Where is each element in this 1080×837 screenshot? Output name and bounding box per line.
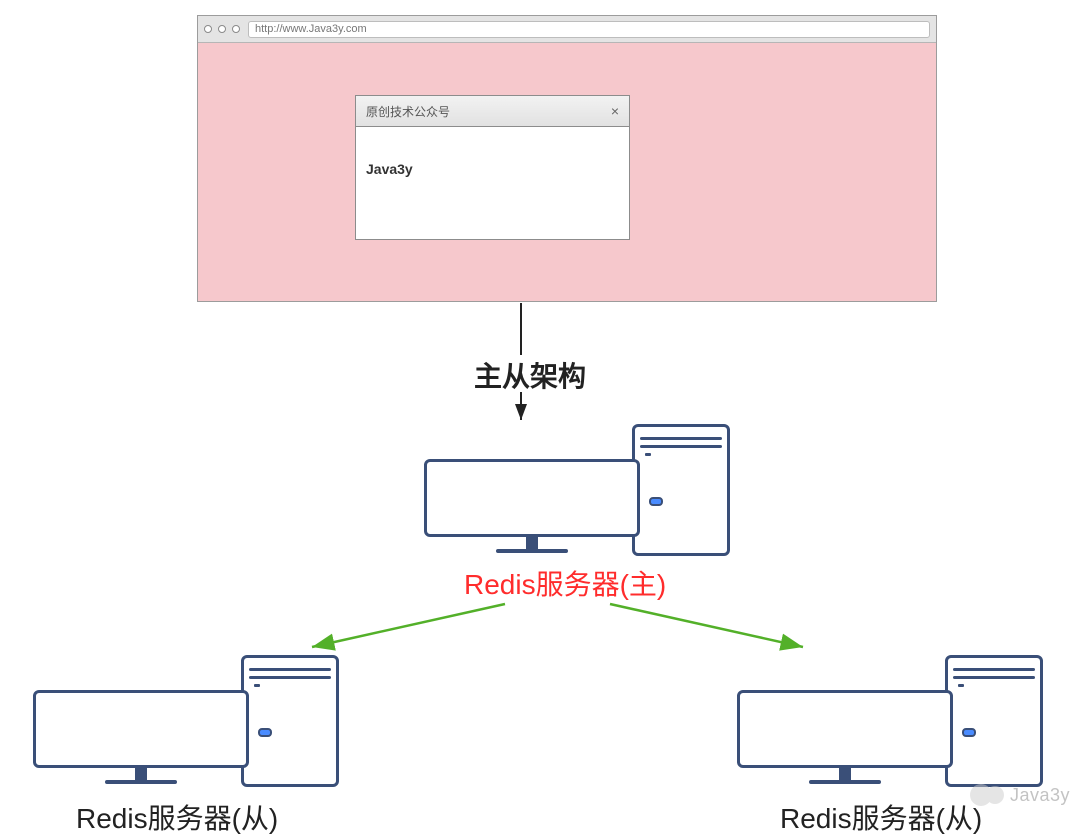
monitor-icon bbox=[33, 690, 249, 768]
dialog-title: 原创技术公众号 bbox=[366, 103, 450, 120]
dialog: 原创技术公众号 × Java3y bbox=[355, 95, 630, 240]
browser-window: http://www.Java3y.com 原创技术公众号 × Java3y bbox=[197, 15, 937, 302]
arrow-to-slave2 bbox=[610, 604, 803, 647]
monitor-icon bbox=[424, 459, 640, 537]
dot bbox=[204, 25, 212, 33]
close-icon[interactable]: × bbox=[611, 103, 619, 119]
dot bbox=[218, 25, 226, 33]
arrow-to-slave1 bbox=[312, 604, 505, 647]
slave2-label: Redis服务器(从) bbox=[780, 797, 982, 837]
tower-icon bbox=[241, 655, 339, 787]
dialog-titlebar: 原创技术公众号 × bbox=[356, 96, 629, 127]
monitor-base bbox=[105, 780, 177, 784]
diagram-stage: http://www.Java3y.com 原创技术公众号 × Java3y 主… bbox=[0, 0, 1080, 826]
monitor-base bbox=[496, 549, 568, 553]
address-bar[interactable]: http://www.Java3y.com bbox=[248, 21, 930, 38]
tower-icon bbox=[945, 655, 1043, 787]
tower-icon bbox=[632, 424, 730, 556]
slave1-label: Redis服务器(从) bbox=[76, 797, 278, 837]
dot bbox=[232, 25, 240, 33]
monitor-icon bbox=[737, 690, 953, 768]
monitor-stand bbox=[526, 537, 538, 549]
monitor-base bbox=[809, 780, 881, 784]
monitor-stand bbox=[135, 768, 147, 780]
monitor-stand bbox=[839, 768, 851, 780]
watermark: Java3y bbox=[970, 784, 1070, 806]
slave-node-1 bbox=[33, 655, 343, 799]
master-node bbox=[424, 424, 734, 568]
slave-node-2 bbox=[737, 655, 1047, 799]
wechat-icon bbox=[986, 786, 1004, 804]
dialog-body: Java3y bbox=[356, 127, 629, 239]
browser-titlebar: http://www.Java3y.com bbox=[198, 16, 936, 43]
architecture-label: 主从架构 bbox=[474, 355, 586, 395]
master-label: Redis服务器(主) bbox=[464, 563, 666, 603]
window-dots bbox=[204, 25, 240, 33]
watermark-text: Java3y bbox=[1010, 785, 1070, 806]
